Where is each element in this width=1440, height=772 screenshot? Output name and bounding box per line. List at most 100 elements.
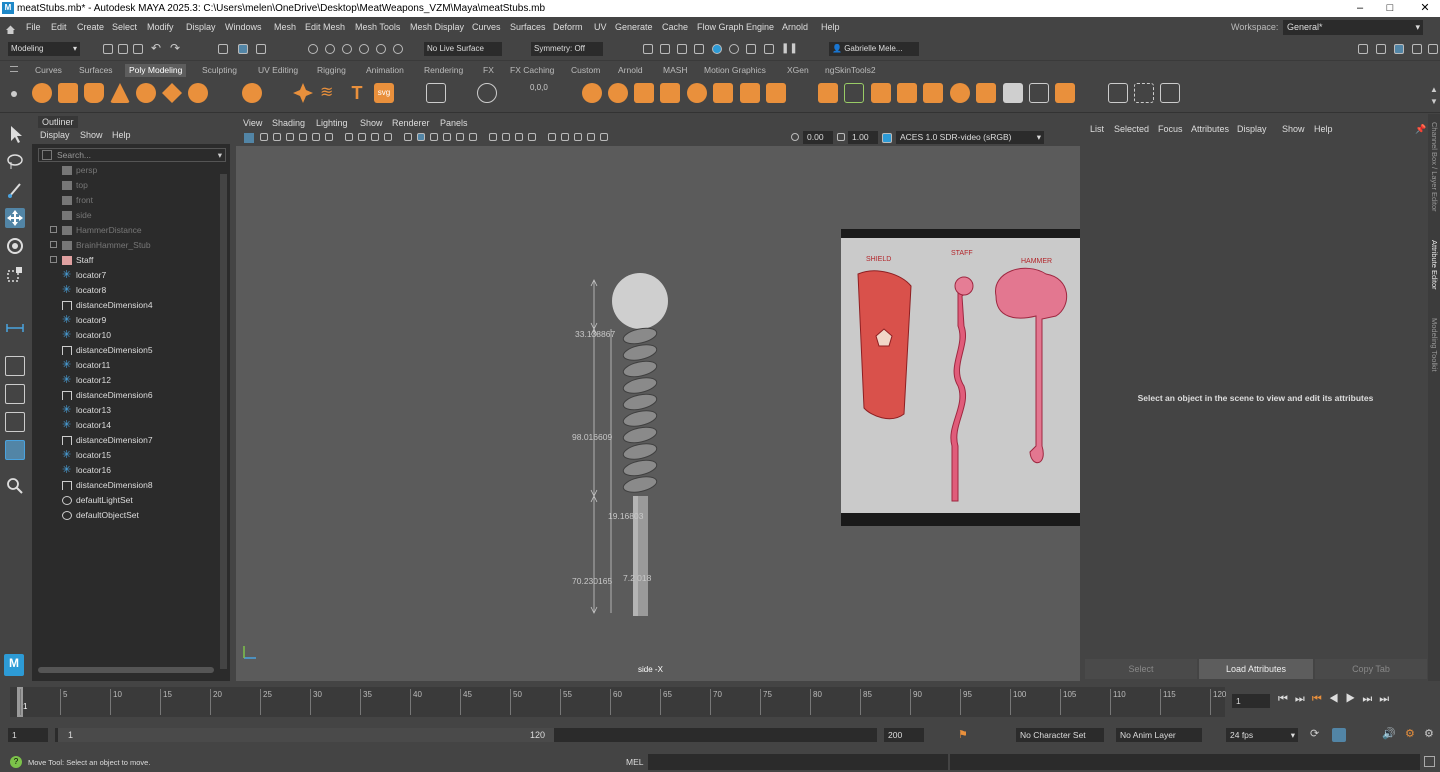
outliner-item[interactable]: HammerDistance — [32, 223, 222, 238]
menu-file[interactable]: File — [26, 17, 41, 38]
shelf-tab-sculpting[interactable]: Sculpting — [198, 64, 241, 77]
attribute-editor-tab[interactable]: Attribute Editor — [1430, 240, 1439, 290]
shelf-tab-poly-modeling[interactable]: Poly Modeling — [125, 64, 187, 77]
expand-icon[interactable] — [50, 241, 57, 248]
shelf-tab-fx[interactable]: FX — [479, 64, 498, 77]
outliner-menu-show[interactable]: Show — [80, 130, 103, 140]
crease-tool-icon[interactable] — [1108, 83, 1128, 103]
xray-icon[interactable] — [561, 133, 569, 141]
step-back-key-icon[interactable]: ⏭ — [1295, 693, 1312, 705]
copy-tab-button[interactable]: Copy Tab — [1315, 659, 1427, 679]
menu-curves[interactable]: Curves — [472, 17, 501, 38]
select-button[interactable]: Select — [1085, 659, 1197, 679]
menu-surfaces[interactable]: Surfaces — [510, 17, 546, 38]
loop-icon[interactable]: ⟳ — [1310, 727, 1319, 740]
snap-curve-icon[interactable] — [325, 44, 335, 54]
type-tool-icon[interactable]: T — [347, 83, 367, 103]
live-surface-field[interactable]: No Live Surface — [424, 42, 502, 56]
use-all-lights-icon[interactable] — [456, 133, 464, 141]
gamma-icon[interactable] — [837, 133, 845, 141]
attr-menu-display[interactable]: Display — [1237, 124, 1267, 134]
light-editor-icon[interactable] — [764, 44, 774, 54]
lasso-tool-icon[interactable] — [5, 152, 25, 172]
outliner-menu-display[interactable]: Display — [40, 130, 70, 140]
menu-mesh-display[interactable]: Mesh Display — [410, 17, 464, 38]
current-frame-field[interactable]: 1 — [1232, 694, 1270, 708]
outliner-item[interactable]: ✳ locator16 — [32, 463, 222, 478]
poke-icon[interactable] — [1029, 83, 1049, 103]
attr-menu-help[interactable]: Help — [1314, 124, 1333, 134]
outliner-item[interactable]: side — [32, 208, 222, 223]
viewport-menu-shading[interactable]: Shading — [272, 118, 305, 128]
attribute-editor-toggle-icon[interactable] — [1394, 44, 1404, 54]
select-component-icon[interactable] — [256, 44, 266, 54]
viewport-menu-view[interactable]: View — [243, 118, 262, 128]
viewport-menu-renderer[interactable]: Renderer — [392, 118, 430, 128]
settings-gear-icon[interactable]: ⚙ — [1424, 727, 1434, 740]
cache-playback-icon[interactable] — [1332, 728, 1346, 742]
play-backward-icon[interactable]: ◀ — [1329, 693, 1346, 705]
menu-edit-mesh[interactable]: Edit Mesh — [305, 17, 345, 38]
svg-tool-icon[interactable]: svg — [374, 83, 394, 103]
channel-box-toggle-icon[interactable] — [1428, 44, 1438, 54]
move-tool-icon[interactable] — [5, 208, 25, 228]
outliner-item[interactable]: defaultObjectSet — [32, 508, 222, 523]
expand-icon[interactable] — [50, 226, 57, 233]
resolution-gate-icon[interactable] — [325, 133, 333, 141]
snap-view-plane-icon[interactable] — [359, 44, 369, 54]
menu-mesh-tools[interactable]: Mesh Tools — [355, 17, 400, 38]
modeling-toolkit-icon[interactable] — [1376, 44, 1386, 54]
outliner-scrollbar[interactable] — [220, 174, 227, 669]
select-tool-icon[interactable] — [5, 124, 25, 144]
exposure-icon[interactable] — [791, 133, 799, 141]
smooth-icon[interactable] — [477, 83, 497, 103]
xray-components-icon[interactable] — [587, 133, 595, 141]
shelf-tab-ngskintools2[interactable]: ngSkinTools2 — [821, 64, 880, 77]
scale-tool-icon[interactable] — [5, 264, 25, 284]
menu-uv[interactable]: UV — [594, 17, 607, 38]
attr-menu-selected[interactable]: Selected — [1114, 124, 1149, 134]
poly-cone-icon[interactable] — [110, 83, 130, 103]
menu-set-dropdown[interactable]: Modeling ▾ — [8, 42, 80, 56]
multi-cut-icon[interactable] — [871, 83, 891, 103]
character-set-dropdown[interactable]: No Character Set — [1016, 728, 1104, 742]
outliner-menu-help[interactable]: Help — [112, 130, 131, 140]
motion-blur-icon[interactable] — [502, 133, 510, 141]
ipr-render-icon[interactable] — [677, 44, 687, 54]
snap-surface-icon[interactable] — [376, 44, 386, 54]
attr-menu-focus[interactable]: Focus — [1158, 124, 1183, 134]
shelf-tab-uv-editing[interactable]: UV Editing — [254, 64, 302, 77]
shelf-menu-icon[interactable] — [10, 66, 18, 72]
select-camera-icon[interactable] — [244, 133, 254, 143]
shelf-tab-mash[interactable]: MASH — [659, 64, 692, 77]
extrude-icon[interactable] — [818, 83, 838, 103]
hypershade-icon[interactable] — [712, 44, 722, 54]
bookmarks-icon[interactable] — [273, 133, 281, 141]
outliner-search-input[interactable]: Search... ▾ — [38, 148, 226, 162]
isolate-select-icon[interactable] — [548, 133, 556, 141]
outliner-item[interactable]: ✳ locator9 — [32, 313, 222, 328]
menu-arnold[interactable]: Arnold — [782, 17, 808, 38]
shelf-tab-surfaces[interactable]: Surfaces — [75, 64, 117, 77]
wedge-icon[interactable] — [1055, 83, 1075, 103]
outliner-item[interactable]: ✳ locator14 — [32, 418, 222, 433]
menu-flow-graph-engine[interactable]: Flow Graph Engine — [697, 17, 774, 38]
poly-cylinder-icon[interactable] — [84, 83, 104, 103]
scene-canvas[interactable]: 33.138867 98.016609 19.16803 70.230165 7… — [236, 146, 1080, 681]
render-frame-icon[interactable] — [643, 44, 653, 54]
workspace-dropdown[interactable]: General* ▾ — [1283, 20, 1423, 35]
screen-space-ao-icon[interactable] — [489, 133, 497, 141]
menu-edit[interactable]: Edit — [51, 17, 67, 38]
camera-attributes-icon[interactable] — [260, 133, 268, 141]
default-material-icon[interactable] — [430, 133, 438, 141]
prev-key-icon[interactable]: ⏮ — [1312, 693, 1329, 705]
slide-edge-icon[interactable] — [1134, 83, 1154, 103]
outliner-item[interactable]: BrainHammer_Stub — [32, 238, 222, 253]
film-gate-icon[interactable] — [312, 133, 320, 141]
auto-key-icon[interactable]: ⚑ — [958, 728, 968, 741]
pause-icon[interactable]: ❚❚ — [781, 43, 798, 54]
menu-create[interactable]: Create — [77, 17, 104, 38]
paint-select-tool-icon[interactable] — [5, 180, 25, 200]
attr-menu-show[interactable]: Show — [1282, 124, 1305, 134]
play-forward-icon[interactable]: ▶ — [1346, 693, 1363, 705]
